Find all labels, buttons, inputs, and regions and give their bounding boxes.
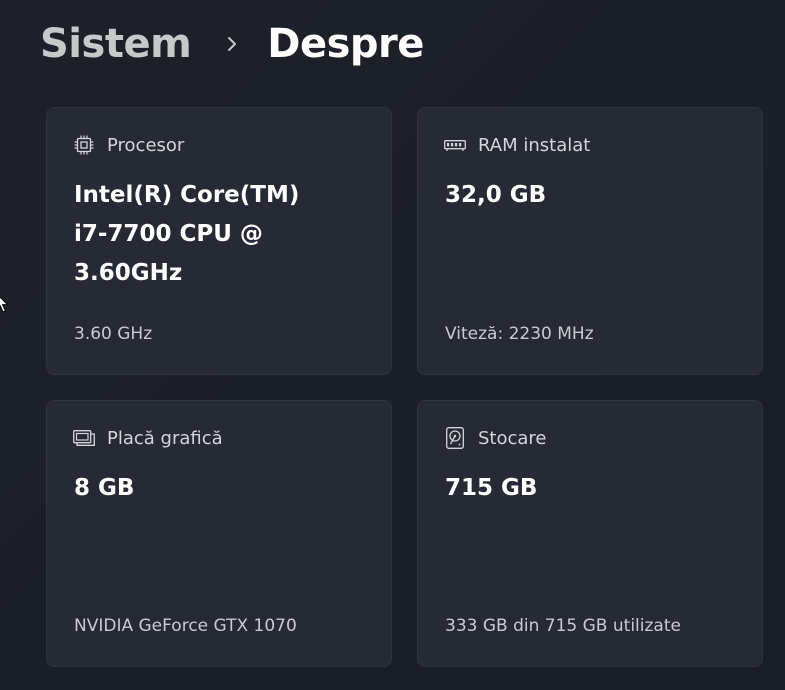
cpu-icon	[73, 134, 95, 156]
card-gpu-value: 8 GB	[74, 475, 135, 501]
card-gpu[interactable]: Placă grafică 8 GB NVIDIA GeForce GTX 10…	[46, 400, 392, 667]
chevron-right-icon	[221, 33, 243, 55]
card-gpu-header: Placă grafică	[73, 426, 223, 450]
card-gpu-title: Placă grafică	[107, 427, 223, 449]
card-storage-value: 715 GB	[445, 475, 538, 501]
card-processor-title: Procesor	[107, 134, 185, 156]
card-processor[interactable]: Procesor Intel(R) Core(TM) i7-7700 CPU @…	[46, 107, 392, 375]
page-title: Despre	[267, 21, 424, 67]
card-storage-sub: 333 GB din 715 GB utilizate	[445, 616, 681, 636]
card-ram-title: RAM instalat	[478, 134, 591, 156]
ram-icon	[444, 134, 466, 156]
mouse-pointer-icon	[0, 293, 10, 319]
card-processor-header: Procesor	[73, 133, 184, 157]
card-ram-value: 32,0 GB	[445, 182, 547, 208]
card-ram-sub: Viteză: 2230 MHz	[445, 324, 594, 344]
card-gpu-sub: NVIDIA GeForce GTX 1070	[74, 616, 297, 636]
card-processor-value: Intel(R) Core(TM) i7-7700 CPU @ 3.60GHz	[74, 182, 300, 286]
card-storage-header: Stocare	[444, 426, 547, 450]
gpu-icon	[73, 427, 95, 449]
card-ram[interactable]: RAM instalat 32,0 GB Viteză: 2230 MHz	[417, 107, 763, 375]
storage-icon	[444, 427, 466, 449]
card-storage[interactable]: Stocare 715 GB 333 GB din 715 GB utiliza…	[417, 400, 763, 667]
breadcrumb-parent-sistem[interactable]: Sistem	[40, 21, 192, 67]
card-storage-title: Stocare	[478, 427, 547, 449]
breadcrumb: Sistem Despre	[40, 14, 424, 74]
card-processor-sub: 3.60 GHz	[74, 324, 153, 344]
card-ram-header: RAM instalat	[444, 133, 590, 157]
